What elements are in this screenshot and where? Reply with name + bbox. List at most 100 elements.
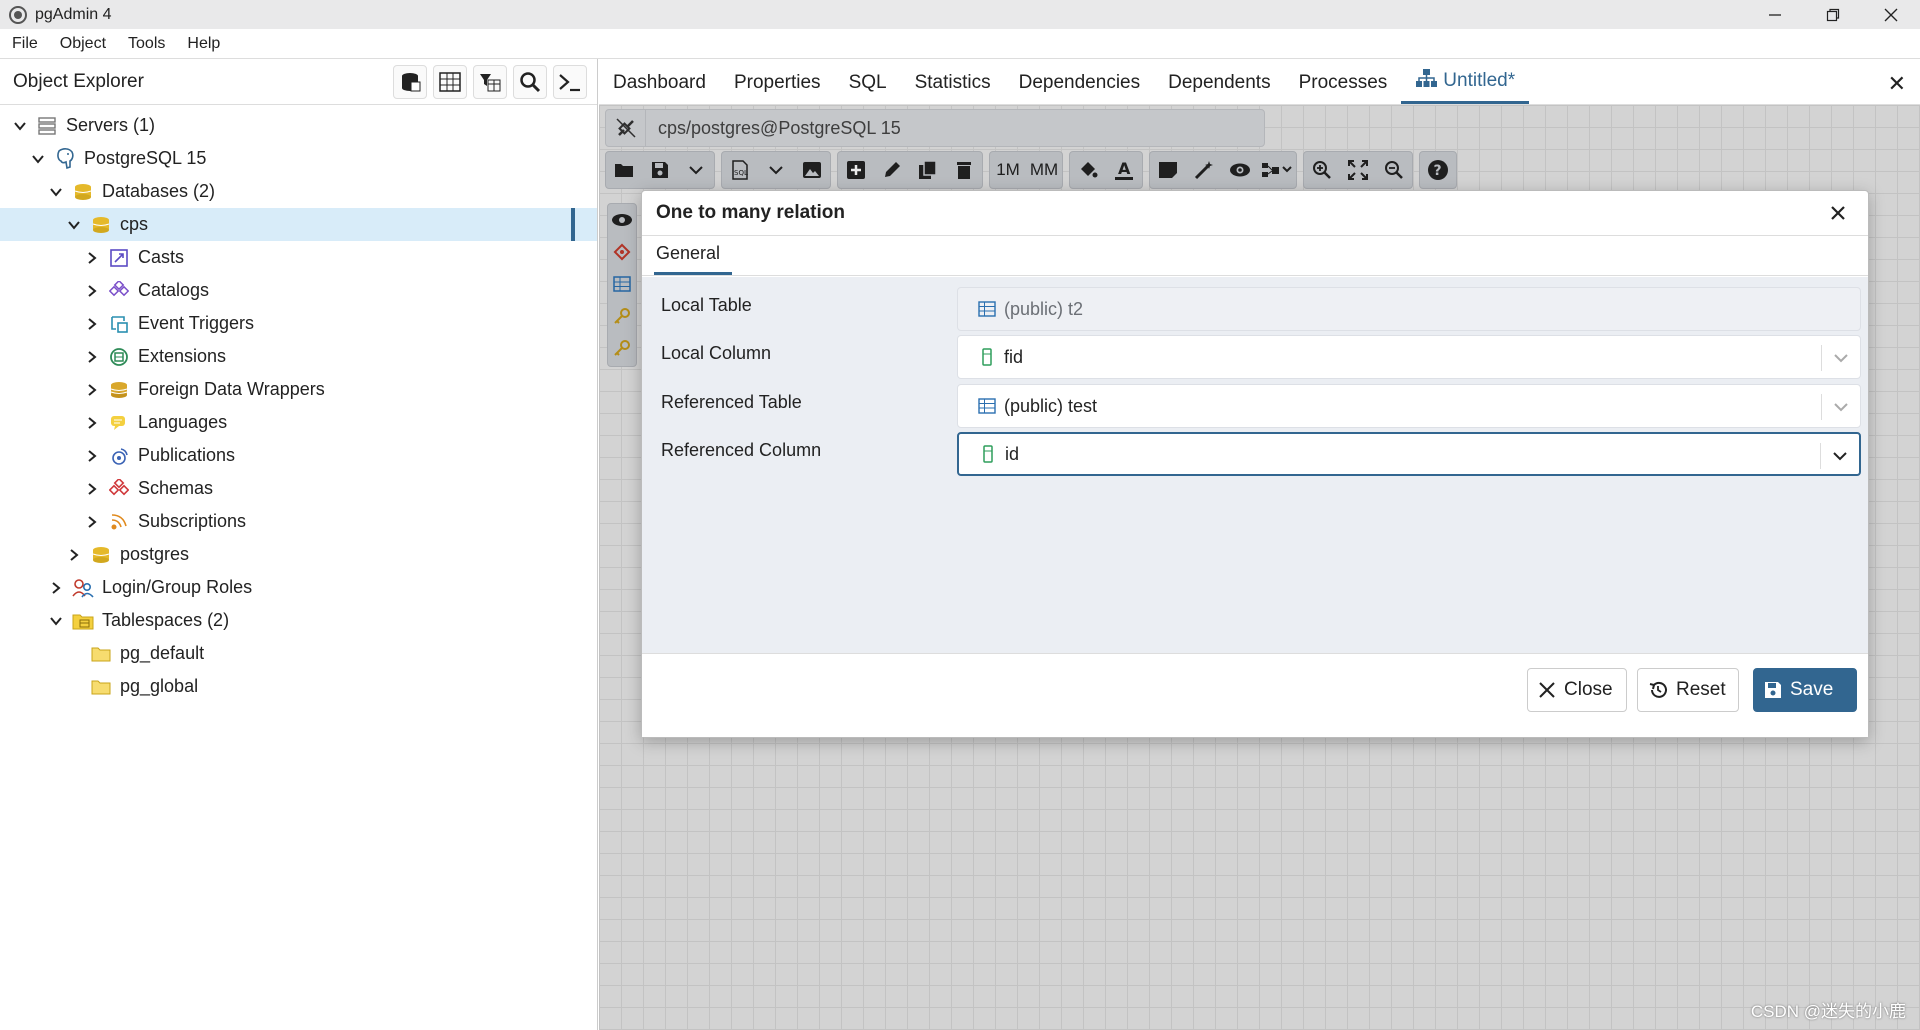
chevron-down-icon[interactable] <box>66 217 82 233</box>
publications-icon <box>108 445 130 467</box>
tree-item-subscriptions[interactable]: Subscriptions <box>0 505 597 538</box>
tree-item-casts[interactable]: Casts <box>0 241 597 274</box>
tree-item-pg-global[interactable]: pg_global <box>0 670 597 703</box>
tree-item-servers-1[interactable]: Servers (1) <box>0 109 597 142</box>
chevron-down-icon[interactable] <box>1832 349 1850 367</box>
chevron-down-icon[interactable] <box>12 118 28 134</box>
close-button[interactable]: Close <box>1527 668 1627 712</box>
chevron-down-icon[interactable] <box>48 184 64 200</box>
tab-properties[interactable]: Properties <box>720 72 835 104</box>
folder-icon <box>90 643 112 665</box>
tab-dependents[interactable]: Dependents <box>1154 72 1284 104</box>
tree-item-label: Servers (1) <box>66 115 156 135</box>
referenced-column-select[interactable]: id <box>957 432 1861 476</box>
tree-item-postgres[interactable]: postgres <box>0 538 597 571</box>
tree-item-login-group-roles[interactable]: Login/Group Roles <box>0 571 597 604</box>
tree-item-extensions[interactable]: Extensions <box>0 340 597 373</box>
dialog-footer: Close Reset Save <box>642 653 1868 737</box>
pgadmin-logo-icon <box>9 5 27 24</box>
chevron-right-icon[interactable] <box>84 283 100 299</box>
search-icon[interactable] <box>513 65 547 99</box>
chevron-right-icon[interactable] <box>84 349 100 365</box>
chevron-right-icon[interactable] <box>48 580 64 596</box>
tab-untitled-erd[interactable]: Untitled* <box>1401 68 1530 104</box>
tree-item-publications[interactable]: Publications <box>0 439 597 472</box>
save-button-label: Save <box>1790 679 1834 700</box>
menu-help[interactable]: Help <box>183 35 224 53</box>
save-button[interactable]: Save <box>1753 668 1857 712</box>
query-tool-db-icon[interactable] <box>393 65 427 99</box>
chevron-right-icon[interactable] <box>84 415 100 431</box>
field-local-table: Local Table (public) t2 <box>642 287 1868 333</box>
psql-terminal-icon[interactable] <box>553 65 587 99</box>
tab-processes[interactable]: Processes <box>1285 72 1402 104</box>
tree-item-label: Languages <box>138 412 228 432</box>
view-data-table-icon[interactable] <box>433 65 467 99</box>
tree-item-schemas[interactable]: Schemas <box>0 472 597 505</box>
chevron-right-icon[interactable] <box>84 382 100 398</box>
chevron-right-icon[interactable] <box>84 316 100 332</box>
tree-item-catalogs[interactable]: Catalogs <box>0 274 597 307</box>
menu-bar: File Object Tools Help <box>0 29 1920 59</box>
close-tab-icon[interactable]: ✕ <box>1888 71 1906 97</box>
menu-tools[interactable]: Tools <box>124 35 169 53</box>
subscriptions-icon <box>108 511 130 533</box>
tablespaces-icon <box>72 610 94 632</box>
chevron-right-icon[interactable] <box>84 250 100 266</box>
table-icon <box>978 397 996 415</box>
tab-dashboard[interactable]: Dashboard <box>599 72 720 104</box>
chevron-down-icon[interactable] <box>30 151 46 167</box>
save-icon <box>1765 682 1781 698</box>
chevron-down-icon[interactable] <box>1831 447 1849 465</box>
event-triggers-icon <box>108 313 130 335</box>
window-close-button[interactable] <box>1862 0 1920 29</box>
object-explorer-title: Object Explorer <box>13 70 144 92</box>
minimize-button[interactable] <box>1746 0 1804 29</box>
column-icon <box>978 348 996 366</box>
object-tree: Servers (1) PostgreSQL 15 Databases (2) cps… <box>0 109 597 703</box>
postgresql-elephant-icon <box>54 147 76 170</box>
tree-item-foreign-data-wrappers[interactable]: Foreign Data Wrappers <box>0 373 597 406</box>
tree-item-label: Event Triggers <box>138 313 255 333</box>
tree-item-pg-default[interactable]: pg_default <box>0 637 597 670</box>
database-icon <box>90 544 112 566</box>
tab-statistics[interactable]: Statistics <box>901 72 1005 104</box>
main-tabs: Dashboard Properties SQL Statistics Depe… <box>599 59 1920 105</box>
tab-sql[interactable]: SQL <box>835 72 901 104</box>
dialog-header: One to many relation <box>642 191 1868 236</box>
table-icon <box>978 300 996 318</box>
tree-item-databases-2[interactable]: Databases (2) <box>0 175 597 208</box>
casts-icon <box>108 247 130 269</box>
local-column-select[interactable]: fid <box>957 335 1861 379</box>
chevron-right-icon[interactable] <box>66 547 82 563</box>
title-bar: pgAdmin 4 <box>0 0 1920 29</box>
chevron-down-icon[interactable] <box>1832 398 1850 416</box>
object-explorer-panel: Object Explorer Servers (1) PostgreSQL 15… <box>0 59 598 1030</box>
database-icon <box>90 214 112 236</box>
tree-item-label: Subscriptions <box>138 511 247 531</box>
menu-object[interactable]: Object <box>56 35 110 53</box>
chevron-right-icon[interactable] <box>84 481 100 497</box>
tab-general[interactable]: General <box>654 243 733 275</box>
close-button-label: Close <box>1564 679 1613 700</box>
tab-dependencies[interactable]: Dependencies <box>1005 72 1154 104</box>
reset-button[interactable]: Reset <box>1637 668 1739 712</box>
tree-item-event-triggers[interactable]: Event Triggers <box>0 307 597 340</box>
chevron-right-icon[interactable] <box>84 448 100 464</box>
tree-item-cps[interactable]: cps <box>0 208 597 241</box>
chevron-right-icon[interactable] <box>84 514 100 530</box>
catalogs-icon <box>108 280 130 302</box>
dialog-title: One to many relation <box>656 202 845 223</box>
window-title: pgAdmin 4 <box>35 5 112 23</box>
chevron-down-icon[interactable] <box>48 613 64 629</box>
tree-item-tablespaces-2[interactable]: Tablespaces (2) <box>0 604 597 637</box>
tree-item-label: Schemas <box>138 478 214 498</box>
tree-item-languages[interactable]: Languages <box>0 406 597 439</box>
filtered-rows-icon[interactable] <box>473 65 507 99</box>
dialog-close-icon[interactable] <box>1826 201 1850 225</box>
referenced-table-select[interactable]: (public) test <box>957 384 1861 428</box>
restore-button[interactable] <box>1804 0 1862 29</box>
menu-file[interactable]: File <box>8 35 42 53</box>
foreign-data-wrappers-icon <box>108 379 130 401</box>
tree-item-postgresql-15[interactable]: PostgreSQL 15 <box>0 142 597 175</box>
